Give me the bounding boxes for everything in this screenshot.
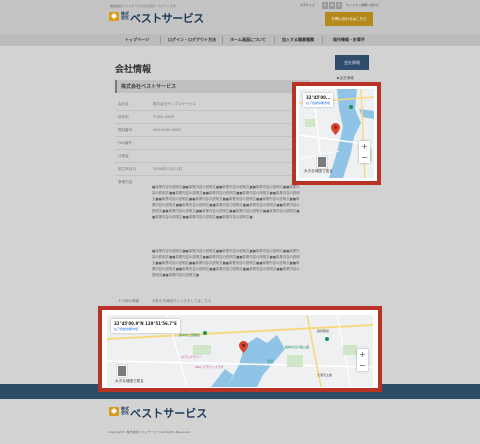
nav-item-operation[interactable]: 操作情報・計算手 [324, 34, 374, 46]
nav-divider [222, 36, 223, 44]
info-value: お取引先様紹介につきましてはこちら [152, 299, 212, 303]
nav-divider [160, 36, 161, 44]
map-info-card: 32°45'00.9"N 129°51'56.7"E 右ア色前中都市場 [111, 319, 180, 333]
map-place-label: ANA クラウンプラザ [195, 365, 224, 369]
map-pin-icon[interactable] [239, 341, 248, 353]
view-larger-map-link[interactable]: 大きな地図で見る [304, 169, 333, 174]
street-view-pegman-icon[interactable] [317, 156, 327, 168]
info-value: 株式会社サンプルサービス [153, 102, 197, 106]
logo-text[interactable]: ベストサービス [130, 10, 204, 26]
sidebar-heading: 会社情報 [335, 55, 369, 70]
business-description: ■事業内容の説明文■■事業内容の説明文■■事業内容の説明文■■事業内容の説明文■… [152, 185, 300, 219]
info-row: 代表者 [115, 151, 310, 163]
page-title: 会社情報 [115, 65, 152, 75]
map-place-label: 長崎水辺の森公園 [285, 345, 310, 349]
map-highlight-frame: 32°45'00... 右ア色前中都市場 + − 大きな地図で見る [292, 82, 381, 185]
zoom-out-button[interactable]: − [359, 152, 370, 163]
info-value: 000-0000-0000 [153, 128, 181, 132]
info-label: 電話番号 [118, 128, 133, 132]
font-size-control: 文字サイズ [300, 3, 315, 7]
footer-logo-icon[interactable] [108, 405, 120, 417]
info-label: 会社名 [118, 102, 129, 106]
global-nav: トップページ ログイン・ログアウト方法 ホーム画面について 加入する職業種類 操… [0, 34, 480, 46]
info-row: 設立年月日 2000年11月11日 [115, 164, 310, 176]
logo-icon[interactable] [108, 10, 120, 22]
info-row: 会社名 株式会社サンプルサービス [115, 99, 310, 111]
header-tagline: 株式会社ベストサービスの公式ホームページです [110, 4, 176, 8]
header [0, 0, 480, 34]
info-label: 代表者 [118, 154, 129, 158]
contact-button[interactable]: お問い合わせはこちら [325, 12, 373, 26]
contact-link[interactable]: お問い合わせ [361, 3, 379, 7]
info-label: 事業内容 [118, 180, 133, 184]
embedded-map-large[interactable]: 長崎市立図書館 出島 ホテルグラバー 長崎駅前 長崎水辺の森公園 ANA クラウ… [107, 315, 373, 387]
info-label: その他の情報 [118, 299, 139, 303]
info-value: 〒000-0000 [153, 115, 174, 119]
nav-item-top[interactable]: トップページ [112, 34, 162, 46]
map-highlight-frame: 長崎市立図書館 出島 ホテルグラバー 長崎駅前 長崎水辺の森公園 ANA クラウ… [98, 306, 382, 392]
font-size-label: 文字サイズ [300, 3, 315, 7]
company-heading: 株式会社ベストサービス [115, 80, 310, 93]
info-label: FAX番号 [118, 141, 132, 145]
zoom-in-button[interactable]: + [357, 349, 368, 360]
company-heading-text: 株式会社ベストサービス [121, 84, 177, 90]
map-zoom-control: + − [357, 349, 368, 371]
footer-logo-text[interactable]: ベストサービス [130, 405, 207, 421]
info-row: FAX番号 [115, 138, 310, 150]
sidebar-item-company[interactable]: ▶会社情報 [337, 76, 354, 81]
map-coordinates: 32°45'00.9"N 129°51'56.7"E [114, 321, 177, 326]
footer-logo-subtext: 株式会社 [121, 406, 129, 415]
embedded-map-small[interactable]: 32°45'00... 右ア色前中都市場 + − 大きな地図で見る [299, 89, 374, 178]
info-value: 2000年11月11日 [153, 167, 183, 171]
map-place-label: 長崎駅前 [317, 329, 330, 333]
info-row: 電話番号 000-0000-0000 [115, 125, 310, 137]
map-coordinates: 32°45'00... [306, 95, 331, 100]
map-place-label: 大浦天主堂 [317, 373, 333, 377]
nav-item-login[interactable]: ログイン・ログアウト方法 [163, 34, 221, 46]
info-label: 所在地 [118, 115, 129, 119]
nav-divider [322, 36, 323, 44]
nav-item-occupation[interactable]: 加入する職業種類 [276, 34, 320, 46]
map-zoom-control: + − [359, 141, 370, 163]
view-larger-map-link[interactable]: 大きな地図で見る [115, 379, 144, 384]
business-description-2: ■事業内容の説明文■■事業内容の説明文■■事業内容の説明文■■事業内容の説明文■… [152, 249, 300, 277]
logo-subtext: 株式会社 [121, 11, 129, 20]
map-address[interactable]: 右ア色前中都市場 [114, 327, 177, 331]
zoom-out-button[interactable]: − [357, 360, 368, 371]
zoom-in-button[interactable]: + [359, 141, 370, 152]
map-address[interactable]: 右ア色前中都市場 [306, 101, 330, 105]
info-label: 設立年月日 [118, 167, 136, 171]
font-size-medium-button[interactable]: 中 [329, 2, 335, 9]
map-info-card: 32°45'00... 右ア色前中都市場 [303, 93, 334, 107]
font-size-large-button[interactable]: 大 [336, 2, 342, 9]
info-row: 所在地 〒000-0000 [115, 112, 310, 124]
map-place-label: 出島 [267, 359, 274, 363]
map-place-label: 長崎市立図書館 [179, 333, 201, 337]
map-pin-icon[interactable] [331, 123, 340, 135]
nav-item-home-screen[interactable]: ホーム画面について [224, 34, 272, 46]
street-view-pegman-icon[interactable] [117, 365, 127, 377]
nav-divider [274, 36, 275, 44]
font-size-small-button[interactable]: 小 [322, 2, 328, 9]
map-place-label: ホテルグラバー [181, 355, 202, 359]
copyright: Copyright© 株式会社ベストサービス All Rights Reserv… [108, 430, 191, 434]
